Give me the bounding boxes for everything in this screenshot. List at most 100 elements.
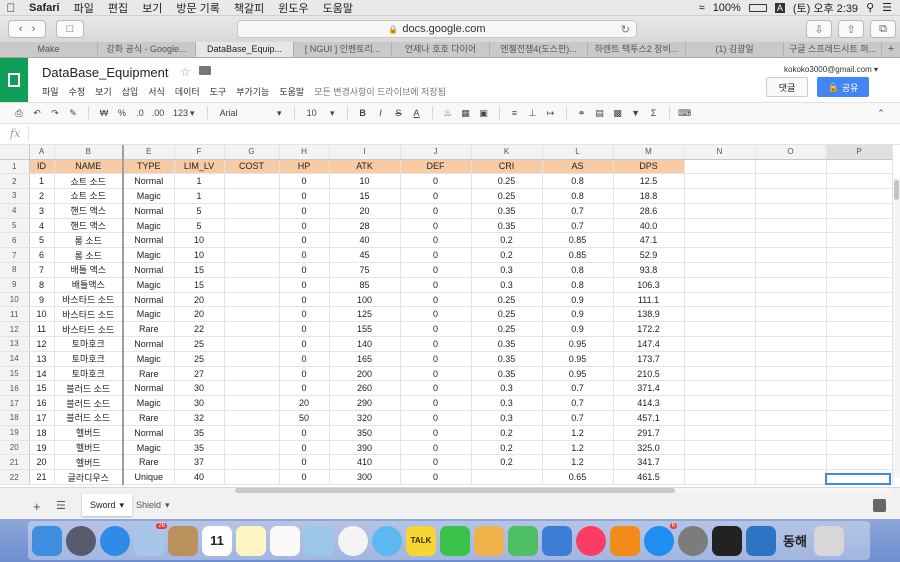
cell[interactable]: Unique [123,469,175,486]
cell[interactable] [224,395,280,412]
cell[interactable]: Rare [123,321,175,338]
cell[interactable]: 바스타드 소드 [54,321,124,338]
spotlight-icon[interactable]: ⚲ [866,1,874,14]
row-header[interactable]: 14 [0,351,30,367]
cell[interactable] [755,306,827,323]
cell[interactable]: 0.7 [542,410,614,426]
column-header[interactable]: K [471,145,543,160]
photos-icon[interactable] [338,525,368,556]
cell[interactable]: 45 [329,247,401,264]
cell[interactable]: 111.1 [613,292,685,308]
keynote-icon[interactable] [542,525,572,556]
cell[interactable]: 0 [279,425,330,441]
cell[interactable]: 0.3 [471,262,543,278]
apple-icon[interactable]:  [0,1,22,15]
cell[interactable] [826,425,893,441]
cell[interactable] [826,232,893,249]
header-cell[interactable] [826,159,893,175]
cell[interactable]: 0.7 [542,218,614,234]
cell[interactable]: 50 [279,410,330,426]
cell[interactable] [224,306,280,323]
kakaotalk-icon[interactable]: TALK [406,525,436,556]
cell[interactable] [224,188,280,204]
cell[interactable]: 0 [400,262,472,278]
cell[interactable] [826,469,893,486]
header-cell[interactable]: DEF [400,159,472,175]
cell[interactable]: 1 [29,173,55,190]
sheets-menu-edit[interactable]: 수정 [69,85,86,98]
cell[interactable]: 0.35 [471,336,543,352]
cell[interactable]: 0 [400,203,472,219]
cell[interactable]: Normal [123,203,175,219]
cell[interactable]: 롱 소드 [54,247,124,264]
cell[interactable]: 0.9 [542,321,614,338]
cell[interactable]: 5 [29,232,55,249]
cell[interactable] [826,366,893,382]
messages-icon[interactable] [372,525,402,556]
horizontal-align-icon[interactable]: ≡ [508,108,522,118]
menu-edit[interactable]: 편집 [101,0,135,16]
cell[interactable]: Normal [123,173,175,190]
sheets-menu-data[interactable]: 데이터 [175,85,200,98]
cell[interactable]: 0.25 [471,188,543,204]
cell[interactable] [224,454,280,471]
sheets-menu-format[interactable]: 서식 [148,85,165,98]
font-family-select[interactable]: Arial ▾ [216,107,286,120]
donghae-label[interactable]: 동해 [780,531,810,550]
cell[interactable]: Normal [123,232,175,249]
cell[interactable]: 27 [174,366,225,382]
cell[interactable]: 0 [400,380,472,397]
cell[interactable]: 28.6 [613,203,685,219]
row-header[interactable]: 9 [0,277,30,293]
cell[interactable] [224,351,280,367]
cell[interactable] [755,262,827,278]
cell[interactable] [224,469,280,486]
cell[interactable]: 토마호크 [54,366,124,382]
cell[interactable]: 0.65 [542,469,614,486]
row-header[interactable]: 10 [0,292,30,308]
cell[interactable]: 32 [174,410,225,426]
cell[interactable]: 25 [174,351,225,367]
cell[interactable]: 17 [29,410,55,426]
cell[interactable]: 125 [329,306,401,323]
cell[interactable]: 1.2 [542,454,614,471]
cell[interactable]: 341.7 [613,454,685,471]
cell[interactable]: Magic [123,247,175,264]
cell[interactable] [684,292,756,308]
cell[interactable]: 21 [29,469,55,486]
cell[interactable]: 12 [29,336,55,352]
battery-icon[interactable] [748,3,767,12]
cell[interactable]: 165 [329,351,401,367]
finder-icon[interactable] [32,525,62,556]
add-sheet-icon[interactable]: + [33,499,41,514]
unity-icon[interactable] [712,525,742,556]
cell[interactable]: 토마호크 [54,351,124,367]
functions-icon[interactable]: Σ [647,108,661,118]
cell[interactable] [755,277,827,293]
browser-tab-active[interactable]: DataBase_Equip... [196,42,294,57]
paint-format-icon[interactable]: ✎ [66,108,80,119]
cell[interactable] [684,425,756,441]
cell[interactable]: 18.8 [613,188,685,204]
input-source-indicator[interactable]: A [774,2,785,13]
cell[interactable] [224,425,280,441]
photo-app-icon[interactable]: 26 [134,522,167,556]
print-icon[interactable]: ⎙ [12,108,26,119]
calendar-icon[interactable]: 11 [202,525,232,556]
cell[interactable] [826,173,893,190]
cell[interactable]: 15 [29,380,55,397]
undo-icon[interactable]: ↶ [30,108,44,119]
cell[interactable] [224,173,280,190]
cell[interactable]: 15 [329,188,401,204]
cell[interactable]: 0 [400,469,472,486]
cell[interactable]: 0 [400,395,472,412]
cell[interactable]: Normal [123,380,175,397]
cell[interactable]: 0.95 [542,336,614,352]
header-cell[interactable]: ATK [329,159,401,175]
column-header[interactable]: M [613,145,685,160]
browser-tab[interactable]: (1) 김광일 [686,42,784,57]
cell[interactable]: 0 [400,454,472,471]
cell[interactable]: 0.8 [542,277,614,293]
cell[interactable]: 390 [329,440,401,456]
vertical-scrollbar[interactable] [892,178,900,478]
